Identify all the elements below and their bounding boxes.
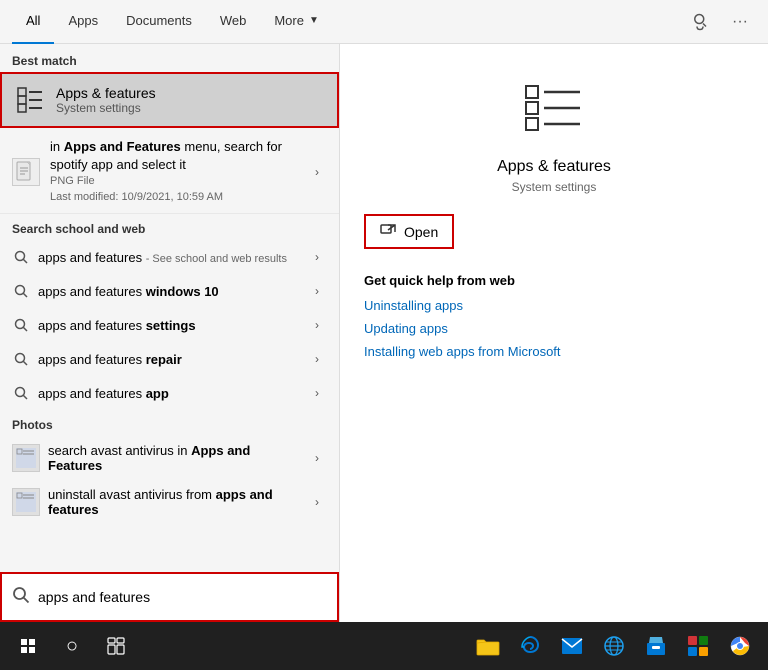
help-link-2[interactable]: Updating apps [364,321,744,336]
help-link-1[interactable]: Uninstalling apps [364,298,744,313]
user-search-icon[interactable] [684,6,716,38]
top-navigation: All Apps Documents Web More ▼ ··· [0,0,768,44]
search-result-arrow-3: › [307,315,327,335]
tab-apps[interactable]: Apps [54,0,112,44]
more-chevron-icon: ▼ [309,15,319,26]
taskbar-browser[interactable] [594,626,634,666]
taskbar: ○ [0,622,768,670]
search-result-text-4: apps and features repair [38,352,299,367]
file-result-modified: Last modified: 10/9/2021, 10:59 AM [50,190,297,205]
file-result-type: PNG File [50,174,297,189]
tab-web[interactable]: Web [206,0,261,44]
search-result-arrow-2: › [307,281,327,301]
search-result-2[interactable]: apps and features windows 10 › [0,274,339,308]
search-result-arrow-4: › [307,349,327,369]
more-label: More [274,13,304,28]
main-area: Best match Apps & features System settin… [0,44,768,622]
search-school-label: Search school and web [0,214,339,240]
left-panel: Best match Apps & features System settin… [0,44,340,622]
search-loop-icon-5 [12,384,30,402]
open-button-icon [380,222,396,241]
search-result-text-2: apps and features windows 10 [38,284,299,299]
photo-thumb-1 [12,444,40,472]
app-detail-subtitle: System settings [364,180,744,194]
search-result-text-3: apps and features settings [38,318,299,333]
help-link-3[interactable]: Installing web apps from Microsoft [364,344,744,359]
search-bar-icon [12,586,30,609]
photo-result-arrow-2: › [307,492,327,512]
search-result-text-1: apps and features - See school and web r… [38,250,299,265]
taskbar-taskview-button[interactable] [96,626,136,666]
photo-result-text-1: search avast antivirus in Apps and Featu… [48,443,299,473]
tab-more[interactable]: More ▼ [260,0,333,44]
taskbar-chrome[interactable] [720,626,760,666]
file-result-title: in Apps and Features menu, search for sp… [50,138,297,174]
best-match-title: Apps & features [56,85,325,101]
taskbar-search-button[interactable]: ○ [52,626,92,666]
photo-result-arrow-1: › [307,448,327,468]
tab-documents[interactable]: Documents [112,0,206,44]
open-button[interactable]: Open [364,214,454,249]
search-result-arrow-5: › [307,383,327,403]
best-match-item[interactable]: Apps & features System settings [0,72,339,128]
search-result-3[interactable]: apps and features settings › [0,308,339,342]
taskbar-app-icons [468,626,760,666]
nav-action-icons: ··· [684,6,756,38]
taskbar-file-explorer[interactable] [468,626,508,666]
apps-features-icon [14,84,46,116]
quick-help-label: Get quick help from web [364,273,744,288]
best-match-subtitle: System settings [56,101,325,115]
start-button[interactable] [8,626,48,666]
search-bar [0,572,339,622]
search-loop-icon-3 [12,316,30,334]
app-detail-icon [518,74,590,146]
taskbar-app-red[interactable] [678,626,718,666]
taskbar-edge[interactable] [510,626,550,666]
search-result-arrow-1: › [307,247,327,267]
photo-result-2[interactable]: uninstall avast antivirus from apps and … [0,480,339,524]
file-result-text: in Apps and Features menu, search for sp… [50,138,297,205]
search-result-5[interactable]: apps and features app › [0,376,339,410]
search-input[interactable] [38,589,327,605]
app-detail-title: Apps & features [364,158,744,176]
taskbar-store[interactable] [636,626,676,666]
file-thumbnail-icon [12,158,40,186]
best-match-text: Apps & features System settings [56,85,325,115]
search-loop-icon-4 [12,350,30,368]
file-result-arrow-icon: › [307,162,327,182]
best-match-label: Best match [0,44,339,72]
right-panel: Apps & features System settings Open Get… [340,44,768,622]
search-loop-icon-1 [12,248,30,266]
photo-result-1[interactable]: search avast antivirus in Apps and Featu… [0,436,339,480]
tab-all[interactable]: All [12,0,54,44]
search-loop-icon-2 [12,282,30,300]
search-result-1[interactable]: apps and features - See school and web r… [0,240,339,274]
search-result-4[interactable]: apps and features repair › [0,342,339,376]
search-result-text-5: apps and features app [38,386,299,401]
taskbar-mail[interactable] [552,626,592,666]
more-options-icon[interactable]: ··· [724,6,756,38]
photos-label: Photos [0,410,339,436]
photo-thumb-2 [12,488,40,516]
open-button-label: Open [404,224,438,240]
photo-result-text-2: uninstall avast antivirus from apps and … [48,487,299,517]
file-result-item[interactable]: in Apps and Features menu, search for sp… [0,130,339,214]
